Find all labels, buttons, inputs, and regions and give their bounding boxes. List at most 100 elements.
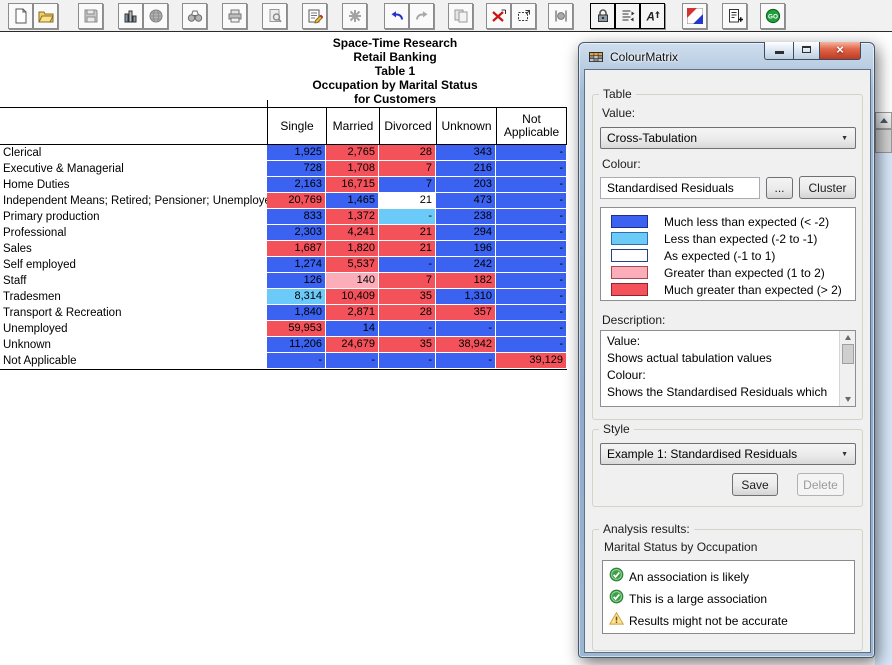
data-cell[interactable]: 126 [267, 273, 326, 289]
row-label[interactable]: Staff [0, 273, 267, 289]
save-button[interactable]: Save [732, 473, 778, 496]
data-cell[interactable]: 1,820 [326, 241, 379, 257]
data-cell[interactable]: - [496, 273, 567, 289]
data-cell[interactable]: 196 [436, 241, 496, 257]
data-cell[interactable]: 28 [379, 305, 436, 321]
delete-selection-button[interactable] [486, 3, 511, 29]
data-cell[interactable]: 1,708 [326, 161, 379, 177]
data-cell[interactable]: 1,925 [267, 145, 326, 161]
data-cell[interactable]: 21 [379, 241, 436, 257]
column-header[interactable]: Unknown [436, 108, 496, 144]
row-label[interactable]: Primary production [0, 209, 267, 225]
find-button[interactable] [182, 3, 207, 29]
row-label[interactable]: Clerical [0, 145, 267, 161]
data-cell[interactable]: 28 [379, 145, 436, 161]
font-size-button[interactable]: A [640, 3, 665, 29]
data-cell[interactable]: - [496, 321, 567, 337]
transform-table-button[interactable] [511, 3, 536, 29]
data-cell[interactable]: 242 [436, 257, 496, 273]
style-dropdown[interactable]: Example 1: Standardised Residuals ▼ [600, 443, 856, 465]
main-vertical-scrollbar[interactable] [875, 112, 892, 665]
row-label[interactable]: Executive & Managerial [0, 161, 267, 177]
data-cell[interactable]: 1,274 [267, 257, 326, 273]
colourmatrix-button[interactable] [682, 3, 707, 29]
data-cell[interactable]: 2,303 [267, 225, 326, 241]
data-cell[interactable]: - [496, 289, 567, 305]
row-label[interactable]: Professional [0, 225, 267, 241]
data-cell[interactable]: 11,206 [267, 337, 326, 353]
data-cell[interactable]: 1,687 [267, 241, 326, 257]
cluster-button[interactable]: Cluster [799, 176, 856, 199]
data-cell[interactable]: 1,372 [326, 209, 379, 225]
data-cell[interactable]: - [379, 353, 436, 369]
data-cell[interactable]: - [496, 193, 567, 209]
row-label[interactable]: Home Duties [0, 177, 267, 193]
row-label[interactable]: Independent Means; Retired; Pensioner; U… [0, 193, 267, 209]
row-label[interactable]: Self employed [0, 257, 267, 273]
data-cell[interactable]: 21 [379, 225, 436, 241]
scroll-up-button[interactable] [875, 112, 892, 129]
data-cell[interactable]: 7 [379, 273, 436, 289]
colour-input[interactable]: Standardised Residuals [600, 177, 760, 199]
print-button[interactable] [222, 3, 247, 29]
edit-button[interactable] [302, 3, 327, 29]
scroll-down-button[interactable] [840, 393, 855, 406]
scroll-up-button[interactable] [840, 331, 855, 344]
data-cell[interactable]: 473 [436, 193, 496, 209]
data-cell[interactable]: 16,715 [326, 177, 379, 193]
row-label[interactable]: Unemployed [0, 321, 267, 337]
row-label[interactable]: Not Applicable [0, 353, 267, 369]
data-cell[interactable]: 10,409 [326, 289, 379, 305]
data-cell[interactable]: 35 [379, 289, 436, 305]
value-dropdown[interactable]: Cross-Tabulation ▼ [600, 127, 856, 149]
data-cell[interactable]: 2,871 [326, 305, 379, 321]
data-cell[interactable]: 833 [267, 209, 326, 225]
data-cell[interactable]: - [496, 177, 567, 193]
data-cell[interactable]: - [496, 145, 567, 161]
minimize-button[interactable] [764, 42, 793, 60]
close-button[interactable]: × [820, 42, 861, 60]
data-cell[interactable]: - [496, 257, 567, 273]
data-cell[interactable]: - [496, 209, 567, 225]
data-cell[interactable]: 728 [267, 161, 326, 177]
data-cell[interactable]: - [379, 257, 436, 273]
chart-button[interactable] [118, 3, 143, 29]
data-cell[interactable]: - [496, 161, 567, 177]
maximize-button[interactable] [793, 42, 820, 60]
data-cell[interactable]: 203 [436, 177, 496, 193]
undo-button[interactable] [384, 3, 409, 29]
data-cell[interactable]: - [326, 353, 379, 369]
scrollbar-track[interactable] [875, 153, 892, 665]
data-cell[interactable]: - [379, 321, 436, 337]
dialog-titlebar[interactable]: ColourMatrix [588, 48, 678, 66]
data-cell[interactable]: 357 [436, 305, 496, 321]
field-order-button[interactable] [615, 3, 640, 29]
data-cell[interactable]: 294 [436, 225, 496, 241]
data-cell[interactable]: - [436, 353, 496, 369]
column-header[interactable]: Not Applicable [496, 108, 567, 144]
data-cell[interactable]: 38,942 [436, 337, 496, 353]
column-header[interactable]: Divorced [379, 108, 436, 144]
new-table-button[interactable] [8, 3, 33, 29]
data-cell[interactable]: 1,840 [267, 305, 326, 321]
data-cell[interactable]: - [496, 305, 567, 321]
data-cell[interactable]: - [267, 353, 326, 369]
data-cell[interactable]: 39,129 [496, 353, 567, 369]
row-label[interactable]: Transport & Recreation [0, 305, 267, 321]
data-cell[interactable]: 1,465 [326, 193, 379, 209]
data-cell[interactable]: 24,679 [326, 337, 379, 353]
row-label[interactable]: Unknown [0, 337, 267, 353]
data-cell[interactable]: 14 [326, 321, 379, 337]
add-document-button[interactable] [722, 3, 747, 29]
data-cell[interactable]: 20,769 [267, 193, 326, 209]
data-cell[interactable]: 8,314 [267, 289, 326, 305]
row-label[interactable]: Sales [0, 241, 267, 257]
data-cell[interactable]: 238 [436, 209, 496, 225]
column-header[interactable]: Married [326, 108, 379, 144]
go-button[interactable]: GO [760, 3, 785, 29]
data-cell[interactable]: 2,765 [326, 145, 379, 161]
data-cell[interactable]: 2,163 [267, 177, 326, 193]
data-cell[interactable]: 140 [326, 273, 379, 289]
data-cell[interactable]: - [436, 321, 496, 337]
column-header[interactable]: Single [267, 108, 326, 144]
